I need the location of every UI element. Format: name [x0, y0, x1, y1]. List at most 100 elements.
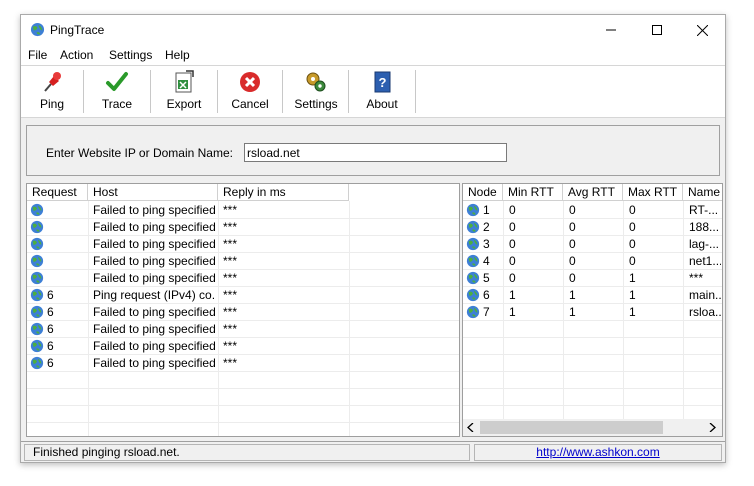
name-cell: net1...	[689, 254, 721, 268]
reply-cell: ***	[223, 237, 238, 251]
avg-rtt-cell: 1	[569, 288, 576, 302]
scroll-right-icon[interactable]	[708, 423, 716, 432]
globe-icon	[466, 237, 480, 251]
request-cell: 6	[47, 322, 54, 336]
reply-cell: ***	[223, 203, 238, 217]
table-row[interactable]: 2 0 0 0 188...	[463, 219, 722, 236]
cancel-button[interactable]: Cancel	[219, 66, 281, 117]
globe-icon	[30, 237, 44, 251]
settings-button[interactable]: Settings	[284, 66, 348, 117]
ping-button[interactable]: Ping	[23, 66, 81, 117]
column-avg-rtt[interactable]: Avg RTT	[563, 184, 623, 201]
ping-results-list[interactable]: Request Host Reply in ms Failed to ping …	[26, 183, 460, 437]
trace-button[interactable]: Trace	[85, 66, 149, 117]
menu-bar: File Action Settings Help	[21, 45, 725, 65]
cancel-label: Cancel	[231, 97, 269, 111]
menu-action[interactable]: Action	[60, 48, 93, 62]
host-cell: Failed to ping specified...	[93, 254, 215, 268]
min-rtt-cell: 1	[509, 305, 516, 319]
column-min-rtt[interactable]: Min RTT	[503, 184, 563, 201]
table-row[interactable]: Failed to ping specified... ***	[27, 270, 459, 287]
request-cell: 6	[47, 288, 54, 302]
request-cell: 6	[47, 356, 54, 370]
min-rtt-cell: 0	[509, 220, 516, 234]
globe-icon	[466, 254, 480, 268]
input-panel: Enter Website IP or Domain Name: rsload.…	[26, 125, 720, 176]
host-cell: Failed to ping specified...	[93, 237, 215, 251]
request-cell	[47, 270, 87, 287]
table-row[interactable]: 6 1 1 1 main...	[463, 287, 722, 304]
table-row[interactable]: 6 Failed to ping specified... ***	[27, 355, 459, 372]
column-name[interactable]: Name	[683, 184, 722, 201]
column-reply[interactable]: Reply in ms	[218, 184, 349, 201]
column-max-rtt[interactable]: Max RTT	[623, 184, 683, 201]
minimize-icon	[606, 29, 616, 31]
min-rtt-cell: 0	[509, 237, 516, 251]
avg-rtt-cell: 0	[569, 203, 576, 217]
excel-export-icon	[175, 70, 194, 93]
column-host[interactable]: Host	[88, 184, 218, 201]
node-cell: 4	[483, 254, 490, 268]
request-cell	[47, 236, 87, 253]
maximize-button[interactable]	[634, 15, 680, 45]
column-node[interactable]: Node	[463, 184, 503, 201]
table-row[interactable]: 6 Failed to ping specified... ***	[27, 321, 459, 338]
table-row[interactable]: Failed to ping specified... ***	[27, 219, 459, 236]
horizontal-scrollbar[interactable]	[463, 419, 722, 436]
host-cell: Failed to ping specified...	[93, 220, 215, 234]
table-row[interactable]: 4 0 0 0 net1...	[463, 253, 722, 270]
globe-icon	[466, 203, 480, 217]
table-row[interactable]: 5 0 0 1 ***	[463, 270, 722, 287]
table-row[interactable]: 6 Failed to ping specified... ***	[27, 338, 459, 355]
node-cell: 1	[483, 203, 490, 217]
status-bar: Finished pinging rsload.net. http://www.…	[21, 441, 725, 462]
host-cell: Failed to ping specified...	[93, 322, 215, 336]
status-message: Finished pinging rsload.net.	[24, 444, 470, 461]
host-cell: Failed to ping specified...	[93, 271, 215, 285]
trace-results-list[interactable]: Node Min RTT Avg RTT Max RTT Name 1 0 0 0 RT…	[462, 183, 723, 437]
globe-icon	[30, 22, 45, 37]
svg-text:?: ?	[379, 75, 387, 90]
menu-help[interactable]: Help	[165, 48, 190, 62]
pushpin-icon	[44, 72, 61, 92]
table-row[interactable]: 6 Failed to ping specified... ***	[27, 304, 459, 321]
ping-label: Ping	[39, 97, 65, 111]
about-button[interactable]: ? About	[350, 66, 414, 117]
table-row[interactable]: 7 1 1 1 rsloa...	[463, 304, 722, 321]
name-cell: rsloa...	[689, 305, 721, 319]
reply-cell: ***	[223, 322, 238, 336]
menu-settings[interactable]: Settings	[109, 48, 152, 62]
node-cell: 7	[483, 305, 490, 319]
min-rtt-cell: 0	[509, 203, 516, 217]
table-row[interactable]: Failed to ping specified... ***	[27, 253, 459, 270]
grid-line	[463, 405, 722, 406]
table-row[interactable]: Failed to ping specified... ***	[27, 236, 459, 253]
website-link[interactable]: http://www.ashkon.com	[536, 445, 659, 459]
grid-line	[27, 422, 459, 423]
domain-input[interactable]: rsload.net	[244, 143, 507, 162]
table-row[interactable]: 6 Ping request (IPv4) co... ***	[27, 287, 459, 304]
table-row[interactable]: 3 0 0 0 lag-...	[463, 236, 722, 253]
min-rtt-cell: 0	[509, 254, 516, 268]
menu-file[interactable]: File	[28, 48, 47, 62]
close-button[interactable]	[679, 15, 725, 45]
toolbar-separator	[348, 70, 349, 113]
minimize-button[interactable]	[588, 15, 634, 45]
grid-line	[463, 337, 722, 338]
column-request[interactable]: Request	[27, 184, 88, 201]
request-cell	[47, 219, 87, 236]
max-rtt-cell: 0	[629, 220, 636, 234]
export-button[interactable]: Export	[152, 66, 216, 117]
node-cell: 6	[483, 288, 490, 302]
reply-cell: ***	[223, 339, 238, 353]
globe-icon	[30, 288, 44, 302]
toolbar: Ping Trace Export Cancel Settings ? Abou…	[21, 65, 725, 118]
scroll-left-icon[interactable]	[467, 423, 475, 432]
max-rtt-cell: 1	[629, 271, 636, 285]
avg-rtt-cell: 0	[569, 237, 576, 251]
table-row[interactable]: 1 0 0 0 RT-...	[463, 202, 722, 219]
reply-cell: ***	[223, 288, 238, 302]
help-icon: ?	[374, 71, 391, 93]
scrollbar-thumb[interactable]	[480, 421, 663, 434]
table-row[interactable]: Failed to ping specified... ***	[27, 202, 459, 219]
